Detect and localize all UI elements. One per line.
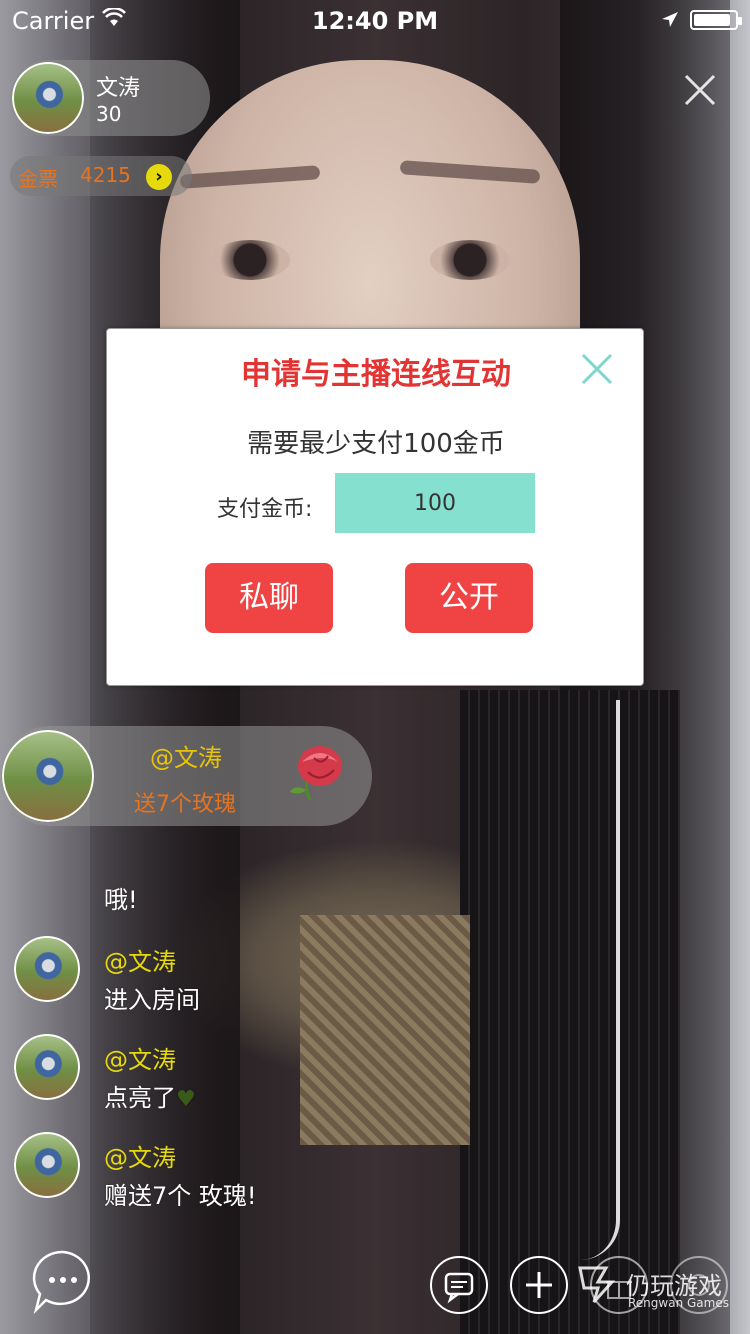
chat-message-text: 进入房间 (104, 986, 200, 1014)
chevron-right-icon[interactable]: › (146, 164, 172, 190)
gift-sender-name[interactable]: @文涛 (150, 738, 222, 773)
chat-message-text: 点亮了♥ (104, 1078, 196, 1113)
coin-balance[interactable]: 金票 4215 › (10, 156, 192, 196)
brow-left (179, 165, 321, 189)
chat-message-text: 赠送7个 玫瑰! (104, 1182, 257, 1210)
message-button[interactable] (430, 1256, 488, 1314)
pay-label: 支付金币: (217, 497, 313, 522)
heart-icon: ♥ (176, 1087, 196, 1112)
coin-value: 4215 (80, 163, 131, 187)
close-icon[interactable] (680, 70, 720, 110)
host-avatar[interactable] (12, 62, 84, 134)
coin-label: 金票 (18, 167, 58, 191)
close-icon[interactable] (577, 349, 617, 389)
status-time: 12:40 PM (311, 7, 439, 35)
brow-right (399, 160, 541, 184)
chat-user-name[interactable]: @文涛 (104, 1040, 176, 1075)
dialog-title: 申请与主播连线互动 (241, 357, 511, 392)
location-arrow-icon (662, 12, 678, 27)
gift-sender-avatar[interactable] (2, 730, 94, 822)
earphone-cable (560, 700, 620, 1260)
sequin-top (300, 915, 470, 1145)
dialog-description: 需要最少支付100金币 (247, 429, 505, 459)
chat-message-body: 点亮了 (104, 1084, 176, 1112)
viewer-count: 30 (96, 102, 122, 126)
private-chat-button[interactable]: 私聊 (205, 563, 333, 633)
eye-left (210, 240, 290, 280)
host-name: 文涛 (96, 76, 141, 101)
watermark-logo-icon (578, 1266, 616, 1304)
chat-user-name[interactable]: @文涛 (104, 942, 176, 977)
watermark: 仍玩游戏 Rengwan Games (576, 1262, 729, 1310)
eye-right (430, 240, 510, 280)
chat-user-name[interactable]: @文涛 (104, 1138, 176, 1173)
chat-bubble-icon[interactable] (30, 1248, 96, 1314)
add-button[interactable] (510, 1256, 568, 1314)
chat-avatar[interactable] (14, 1034, 80, 1100)
battery-level (694, 14, 730, 26)
link-request-dialog: 申请与主播连线互动 需要最少支付100金币 支付金币: 私聊 公开 (106, 328, 644, 686)
public-button[interactable]: 公开 (405, 563, 533, 633)
status-bar: Carrier 12:40 PM (0, 0, 750, 40)
add-icon (526, 1272, 552, 1298)
chat-avatar[interactable] (14, 1132, 80, 1198)
gift-message: 送7个玫瑰 (134, 792, 236, 817)
pay-amount-input[interactable] (335, 473, 535, 533)
message-icon (444, 1272, 474, 1304)
watermark-subtext: Rengwan Games (628, 1296, 729, 1310)
battery-icon (690, 10, 742, 30)
rose-icon (290, 746, 342, 801)
chat-message-text: 哦! (104, 886, 138, 914)
host-card[interactable]: 文涛 30 (10, 60, 210, 136)
chat-avatar[interactable] (14, 936, 80, 1002)
